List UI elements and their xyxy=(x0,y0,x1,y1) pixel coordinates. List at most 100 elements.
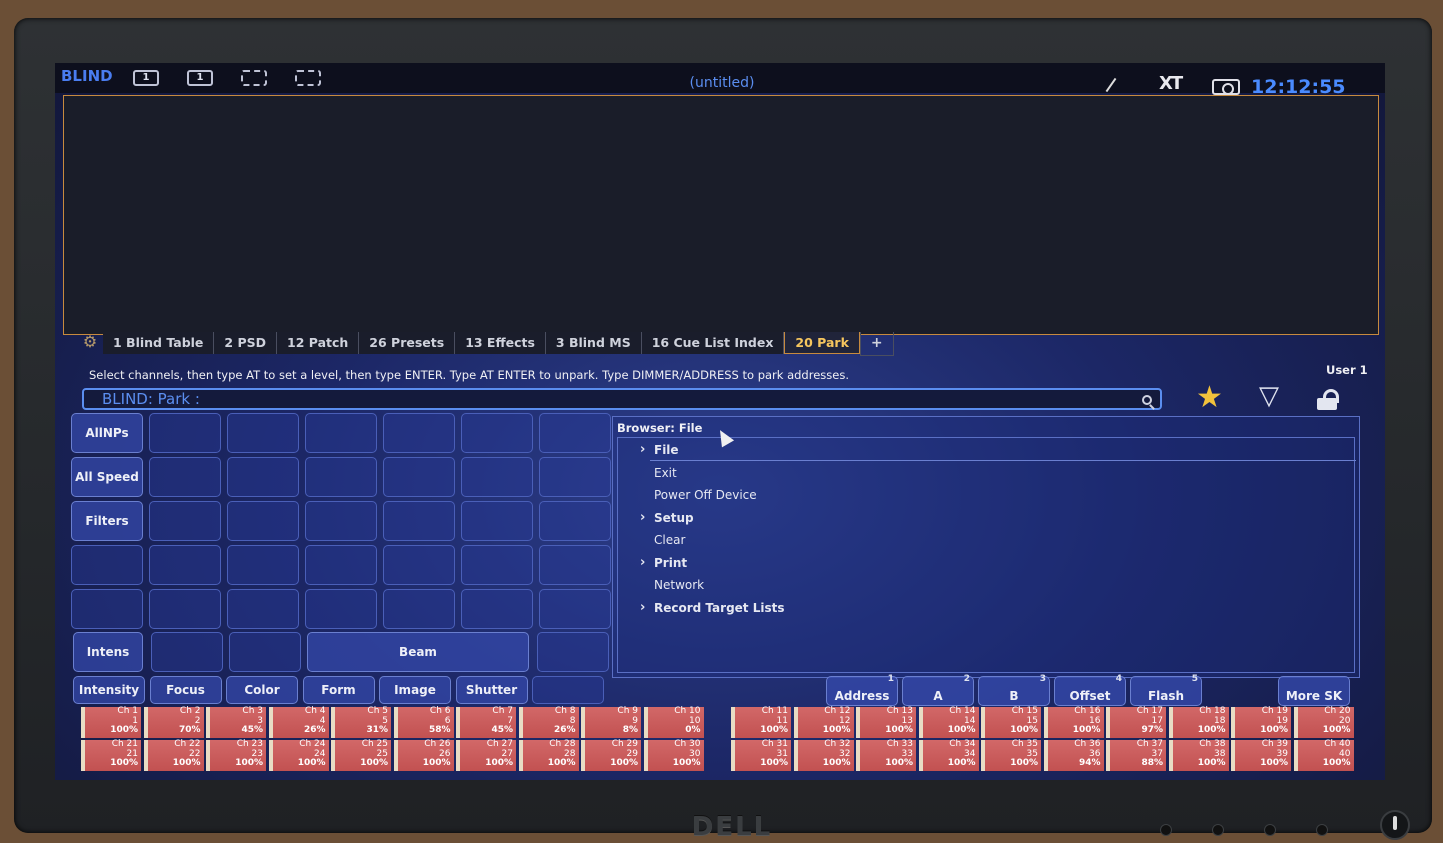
grid-cell[interactable] xyxy=(151,632,223,672)
softkey-address[interactable]: Address 1 xyxy=(826,674,898,706)
channel-tile[interactable]: Ch 3 3 45% xyxy=(206,706,266,738)
softkey-offset[interactable]: Offset 4 xyxy=(1054,674,1126,706)
tab-blind-ms[interactable]: 3 Blind MS xyxy=(545,332,642,354)
grid-cell[interactable] xyxy=(305,589,377,629)
grid-cell[interactable] xyxy=(539,501,611,541)
channel-tile[interactable]: Ch 15 15 100% xyxy=(981,706,1041,738)
grid-cell[interactable] xyxy=(383,589,455,629)
channel-tile[interactable]: Ch 25 25 100% xyxy=(331,739,391,771)
grid-cell[interactable] xyxy=(539,413,611,453)
browser-item[interactable]: Print xyxy=(654,556,687,570)
channel-tile[interactable]: Ch 27 27 100% xyxy=(456,739,516,771)
category-image-button[interactable]: Image xyxy=(379,676,451,704)
channel-tile[interactable]: Ch 20 20 100% xyxy=(1293,706,1354,738)
grid-cell[interactable] xyxy=(149,501,221,541)
channel-tile[interactable]: Ch 5 5 31% xyxy=(331,706,391,738)
grid-cell[interactable] xyxy=(149,413,221,453)
tab-patch[interactable]: 12 Patch xyxy=(277,332,360,354)
camera-icon[interactable] xyxy=(1212,79,1240,95)
grid-cell[interactable] xyxy=(539,457,611,497)
category-empty-button[interactable] xyxy=(532,676,604,704)
channel-tile[interactable]: Ch 33 33 100% xyxy=(856,739,916,771)
channel-tile[interactable]: Ch 11 11 100% xyxy=(731,706,791,738)
monitor-button[interactable] xyxy=(1316,824,1328,836)
softkey-b[interactable]: B3 xyxy=(978,674,1050,706)
category-form-button[interactable]: Form xyxy=(302,676,375,704)
channel-tile[interactable]: Ch 16 16 100% xyxy=(1043,706,1104,738)
grid-cell[interactable] xyxy=(383,545,455,585)
channel-tile[interactable]: Ch 4 4 26% xyxy=(268,706,329,738)
tab-cue-list-index[interactable]: 16 Cue List Index xyxy=(641,332,785,354)
grid-cell[interactable] xyxy=(71,589,143,629)
browser-item[interactable]: Exit xyxy=(654,466,677,480)
grid-cell[interactable] xyxy=(227,501,299,541)
browser-item[interactable]: File xyxy=(654,443,679,457)
grid-cell[interactable] xyxy=(227,413,299,453)
channel-tile[interactable]: Ch 36 36 94% xyxy=(1043,739,1104,771)
grid-cell[interactable] xyxy=(227,457,299,497)
channel-tile[interactable]: Ch 12 12 100% xyxy=(793,706,854,738)
side-button[interactable]: AllNPs xyxy=(71,413,143,453)
channel-tile[interactable]: Ch 39 39 100% xyxy=(1231,739,1291,771)
tab-psd[interactable]: 2 PSD xyxy=(214,332,277,354)
grid-cell[interactable] xyxy=(461,589,533,629)
channel-tile[interactable]: Ch 13 13 100% xyxy=(856,706,916,738)
grid-cell[interactable] xyxy=(461,545,533,585)
softkey-more-sk[interactable]: More SK xyxy=(1278,676,1350,706)
side-button[interactable]: Filters xyxy=(71,501,143,541)
monitor-2-icon[interactable]: 1 xyxy=(187,70,213,86)
tab-park[interactable]: 20 Park xyxy=(784,332,860,354)
channel-tile[interactable]: Ch 31 31 100% xyxy=(731,739,791,771)
channel-tile[interactable]: Ch 29 29 100% xyxy=(581,739,641,771)
category-color-button[interactable]: Color xyxy=(226,676,298,704)
grid-cell[interactable] xyxy=(461,413,533,453)
monitor-button[interactable] xyxy=(1264,824,1276,836)
channel-tile[interactable]: Ch 2 2 70% xyxy=(143,706,204,738)
channel-tile[interactable]: Ch 1 1 100% xyxy=(81,706,141,738)
channel-tile[interactable]: Ch 19 19 100% xyxy=(1231,706,1291,738)
unlock-icon[interactable] xyxy=(1317,389,1339,410)
browser-item[interactable]: Setup xyxy=(654,511,694,525)
browser-item[interactable]: Network xyxy=(654,578,704,592)
grid-cell[interactable] xyxy=(305,457,377,497)
grid-cell[interactable] xyxy=(539,589,611,629)
channel-tile[interactable]: Ch 8 8 26% xyxy=(518,706,579,738)
softkey-flash[interactable]: Flash 5 xyxy=(1130,674,1202,706)
channel-tile[interactable]: Ch 21 21 100% xyxy=(81,739,141,771)
side-button[interactable]: All Speed xyxy=(71,457,143,497)
category-intensity-button[interactable]: Intensity xyxy=(73,676,145,704)
monitor-3-icon[interactable] xyxy=(241,70,267,86)
grid-cell[interactable] xyxy=(227,545,299,585)
beam-button[interactable]: Beam xyxy=(307,632,529,672)
softkey-a[interactable]: A2 xyxy=(902,674,974,706)
channel-tile[interactable]: Ch 18 18 100% xyxy=(1168,706,1229,738)
monitor-1-icon[interactable]: 1 xyxy=(133,70,159,86)
channel-tile[interactable]: Ch 10 10 0% xyxy=(643,706,704,738)
pencil-icon[interactable] xyxy=(1105,77,1117,93)
grid-cell[interactable] xyxy=(305,501,377,541)
command-line[interactable]: BLIND: Park : xyxy=(82,388,1162,410)
channel-tile[interactable]: Ch 35 35 100% xyxy=(981,739,1041,771)
grid-cell[interactable] xyxy=(383,413,455,453)
grid-cell[interactable] xyxy=(229,632,301,672)
grid-cell[interactable] xyxy=(305,413,377,453)
channel-tile[interactable]: Ch 38 38 100% xyxy=(1168,739,1229,771)
channel-tile[interactable]: Ch 37 37 88% xyxy=(1106,739,1166,771)
grid-cell[interactable] xyxy=(461,457,533,497)
channel-tile[interactable]: Ch 26 26 100% xyxy=(393,739,454,771)
add-tab-button[interactable]: + xyxy=(859,332,894,356)
channel-tile[interactable]: Ch 14 14 100% xyxy=(918,706,979,738)
category-shutter-button[interactable]: Shutter xyxy=(455,676,528,704)
grid-cell[interactable] xyxy=(383,501,455,541)
filter-icon[interactable]: ▽ xyxy=(1259,381,1279,411)
channel-tile[interactable]: Ch 24 24 100% xyxy=(268,739,329,771)
grid-cell[interactable] xyxy=(149,589,221,629)
browser-item[interactable]: Record Target Lists xyxy=(654,601,785,615)
grid-cell[interactable] xyxy=(149,457,221,497)
channel-tile[interactable]: Ch 9 9 8% xyxy=(581,706,641,738)
tab-effects[interactable]: 13 Effects xyxy=(455,332,546,354)
grid-cell[interactable] xyxy=(305,545,377,585)
channel-tile[interactable]: Ch 23 23 100% xyxy=(206,739,266,771)
tab-blind-table[interactable]: 1 Blind Table xyxy=(103,332,215,354)
channel-tile[interactable]: Ch 28 28 100% xyxy=(518,739,579,771)
